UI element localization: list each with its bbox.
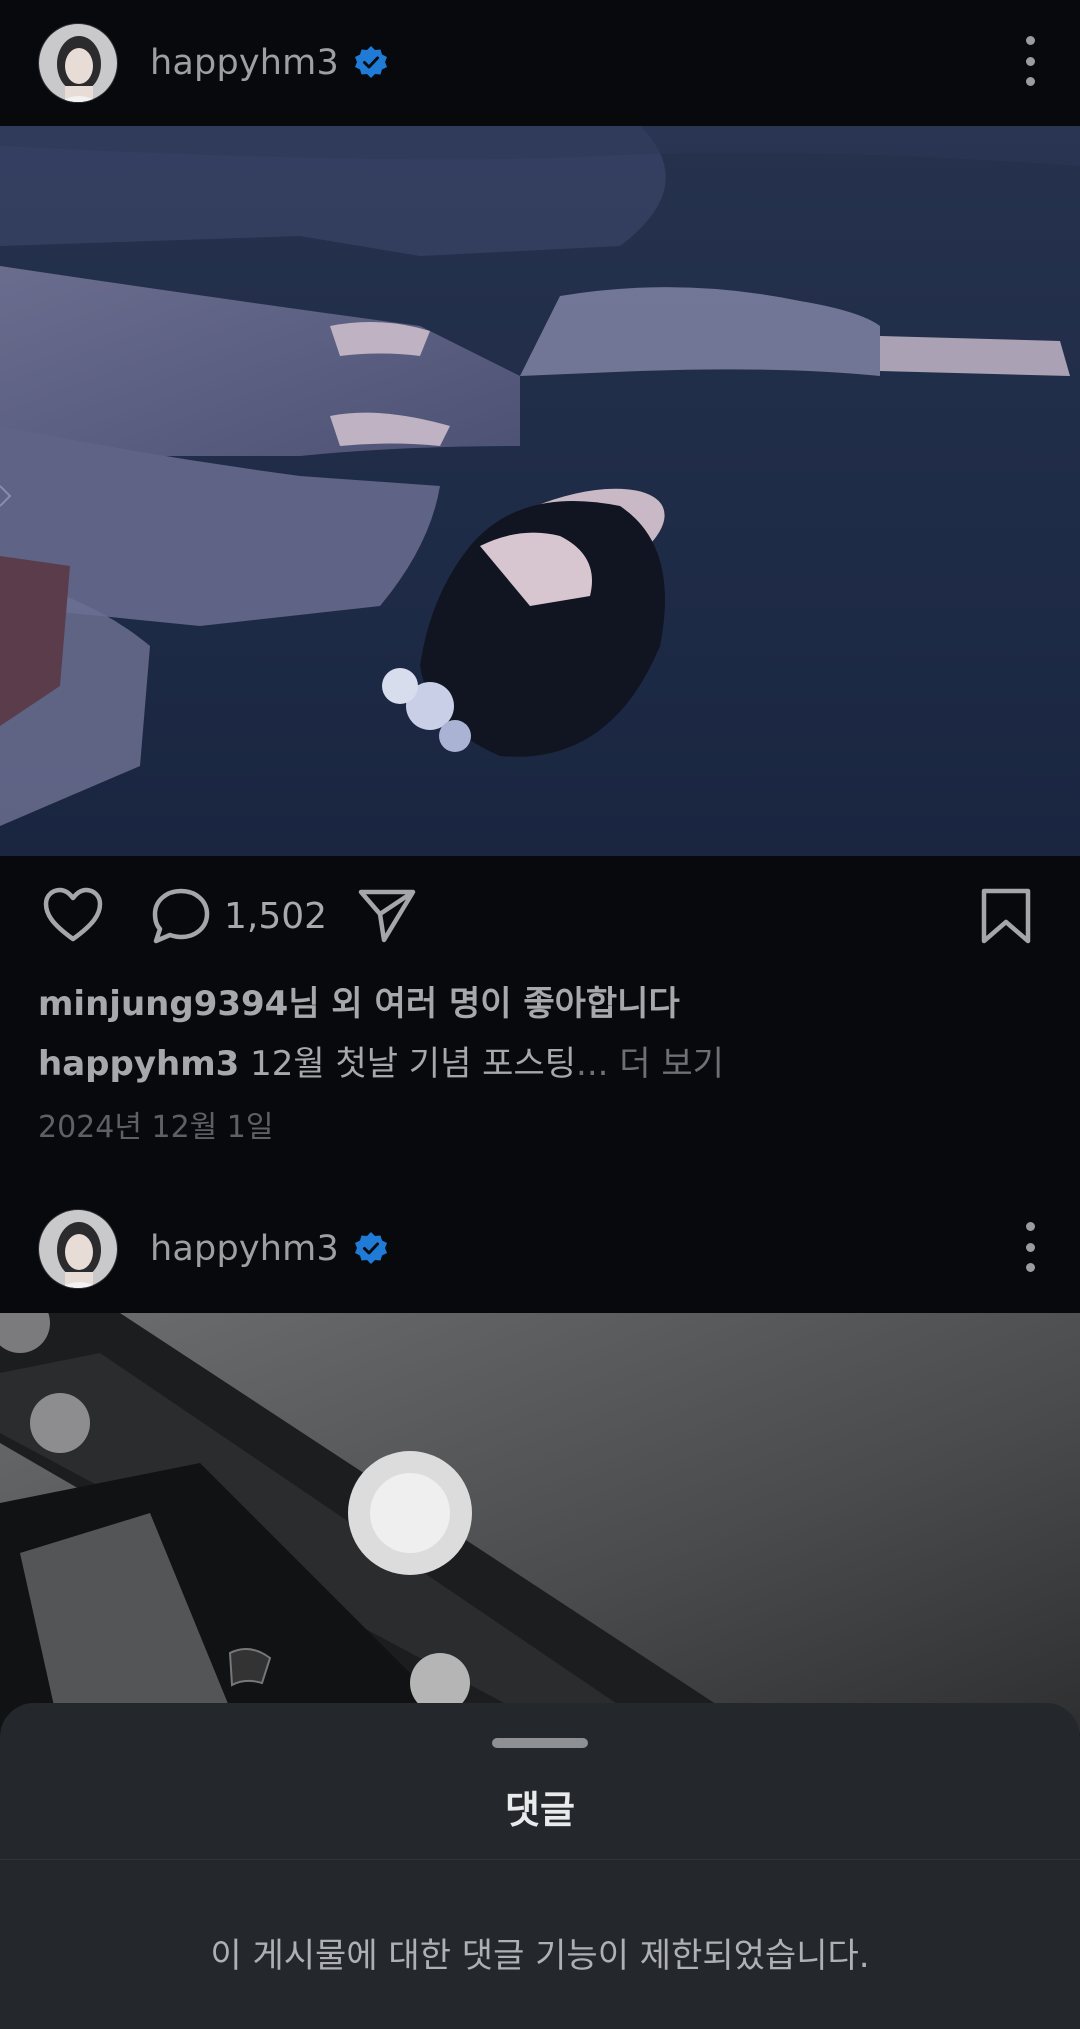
heart-icon[interactable] <box>42 886 104 948</box>
divider <box>0 1859 1080 1860</box>
send-icon[interactable] <box>356 886 418 948</box>
bookmark-icon[interactable] <box>978 886 1034 950</box>
comments-sheet: 댓글 이 게시물에 대한 댓글 기능이 제한되었습니다. <box>0 1703 1080 2029</box>
post-date[interactable]: 2024년 12월 1일 <box>38 1102 273 1146</box>
avatar[interactable] <box>38 1209 118 1289</box>
caption: happyhm3 12월 첫날 기념 포스팅... 더 보기 <box>38 1036 724 1085</box>
caption-username[interactable]: happyhm3 <box>38 1044 239 1084</box>
more-vertical-icon[interactable] <box>1018 36 1042 86</box>
comment-count: 1,502 <box>224 896 328 937</box>
comment-icon[interactable] <box>150 886 212 950</box>
username[interactable]: happyhm3 <box>150 43 339 83</box>
likes-text[interactable]: minjung9394님 외 여러 명이 좋아합니다 <box>38 976 680 1025</box>
more-vertical-icon[interactable] <box>1018 1222 1042 1272</box>
verified-badge-icon <box>353 45 389 81</box>
caption-text: 12월 첫날 기념 포스팅 <box>250 1044 577 1084</box>
post-header: happyhm3 <box>0 1186 1080 1312</box>
caption-ellipsis: ... <box>576 1044 609 1084</box>
post-header: happyhm3 <box>0 0 1080 126</box>
action-bar: 1,502 <box>0 876 1080 956</box>
verified-badge-icon <box>353 1231 389 1267</box>
post-image[interactable] <box>0 126 1080 856</box>
comments-restricted-message: 이 게시물에 대한 댓글 기능이 제한되었습니다. <box>210 1936 870 1976</box>
sheet-title: 댓글 <box>505 1788 575 1832</box>
username[interactable]: happyhm3 <box>150 1229 339 1269</box>
more-link[interactable]: 더 보기 <box>619 1044 724 1084</box>
post-image[interactable] <box>0 1313 1080 1733</box>
avatar[interactable] <box>38 23 118 103</box>
drag-handle[interactable] <box>492 1738 588 1748</box>
